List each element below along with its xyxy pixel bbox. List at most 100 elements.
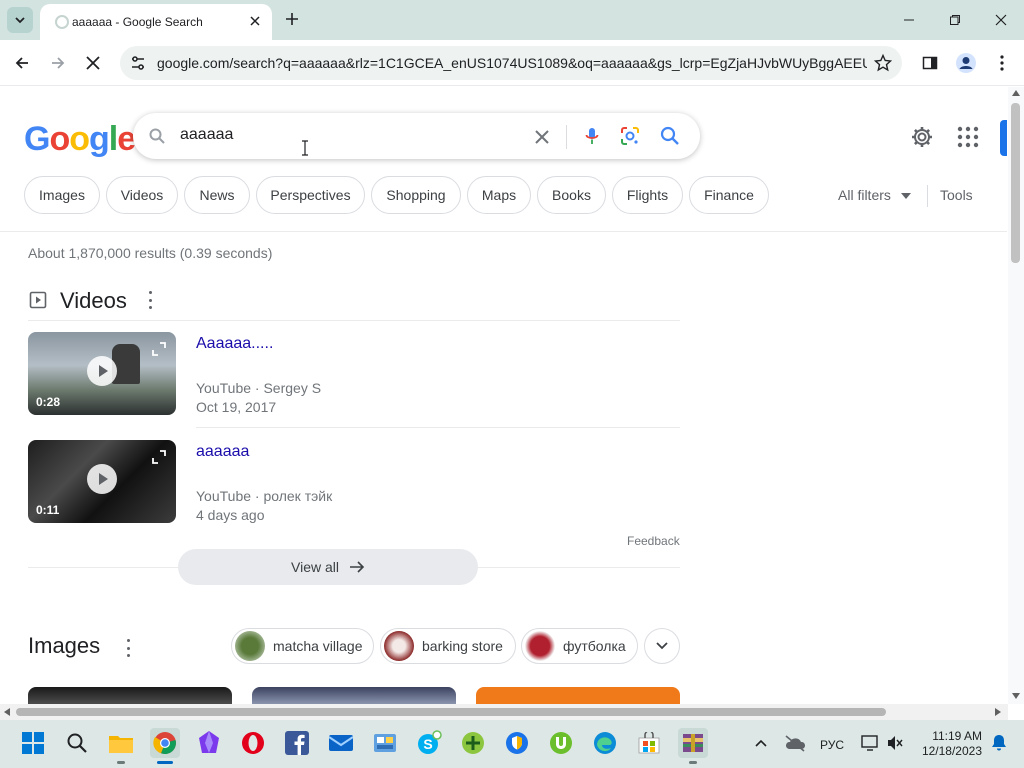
shield-app[interactable] <box>502 728 532 758</box>
opera-app[interactable] <box>238 728 268 758</box>
chip-images[interactable]: Images <box>24 176 100 214</box>
chip-label: футболка <box>563 638 626 654</box>
minimize-button[interactable] <box>896 8 922 32</box>
chrome-menu-button[interactable] <box>989 50 1015 76</box>
image-result[interactable] <box>476 687 680 704</box>
active-indicator <box>157 761 173 764</box>
tools-button[interactable]: Tools <box>940 187 973 203</box>
skype-icon: S <box>418 730 442 754</box>
video-title-link[interactable]: aaaaaa <box>196 443 249 461</box>
divider <box>196 427 680 428</box>
utorrent-icon <box>550 732 572 754</box>
system-clock[interactable]: 11:19 AM 12/18/2023 <box>908 729 982 759</box>
google-lens-icon[interactable] <box>619 125 641 147</box>
tab-strip: aaaaaa - Google Search <box>0 0 1024 40</box>
show-hidden-icons-button[interactable] <box>746 728 776 758</box>
expand-icon <box>152 450 166 464</box>
chip-books[interactable]: Books <box>537 176 606 214</box>
image-suggestion-chip[interactable]: футболка <box>521 628 638 664</box>
back-button[interactable] <box>9 50 35 76</box>
clear-search-button[interactable] <box>531 126 553 148</box>
obsidian-app[interactable] <box>194 728 224 758</box>
close-icon <box>535 130 549 144</box>
video-thumbnail[interactable]: 0:11 <box>28 440 176 523</box>
google-logo[interactable]: Google <box>24 120 136 159</box>
all-filters-button[interactable]: All filters <box>838 187 911 203</box>
star-icon[interactable] <box>874 54 892 72</box>
side-panel-button[interactable] <box>917 50 943 76</box>
volume-button[interactable] <box>880 728 910 758</box>
account-button[interactable] <box>1000 120 1007 156</box>
videos-more-options-button[interactable] <box>147 291 153 309</box>
utorrent-app[interactable] <box>546 728 576 758</box>
scroll-right-icon[interactable] <box>995 708 1001 716</box>
plus-circle-icon <box>462 732 484 754</box>
onedrive-button[interactable] <box>780 728 810 758</box>
tab-close-button[interactable] <box>246 12 264 30</box>
video-thumbnail[interactable]: 0:28 <box>28 332 176 415</box>
close-window-button[interactable] <box>988 8 1014 32</box>
taskbar-search-button[interactable] <box>62 728 92 758</box>
chip-label: barking store <box>422 638 503 654</box>
mail-app[interactable] <box>326 728 356 758</box>
microphone-icon[interactable] <box>581 125 603 147</box>
forward-button[interactable] <box>45 50 71 76</box>
add-app-button[interactable] <box>458 728 488 758</box>
restore-button[interactable] <box>942 8 968 32</box>
more-image-chips-button[interactable] <box>644 628 680 664</box>
vertical-scrollbar[interactable] <box>1008 87 1024 704</box>
chevron-down-icon <box>15 17 25 24</box>
new-tab-button[interactable] <box>281 8 303 30</box>
image-suggestion-chip[interactable]: barking store <box>380 628 516 664</box>
chip-maps[interactable]: Maps <box>467 176 531 214</box>
chip-videos[interactable]: Videos <box>106 176 178 214</box>
url-text[interactable]: google.com/search?q=aaaaaa&rlz=1C1GCEA_e… <box>157 55 867 71</box>
browser-tab[interactable]: aaaaaa - Google Search <box>40 4 272 40</box>
feedback-link[interactable]: Feedback <box>627 534 680 548</box>
site-info-icon[interactable] <box>130 55 146 71</box>
stop-loading-button[interactable] <box>80 50 106 76</box>
avatar-icon <box>956 53 976 73</box>
scroll-down-icon[interactable] <box>1012 693 1020 699</box>
view-all-videos-button[interactable]: View all <box>178 549 478 585</box>
chrome-icon <box>153 732 176 755</box>
image-result[interactable] <box>252 687 456 704</box>
input-language-indicator[interactable]: РУС <box>820 738 844 752</box>
chip-finance[interactable]: Finance <box>689 176 769 214</box>
windows-logo-icon <box>22 732 44 754</box>
control-panel-app[interactable] <box>370 728 400 758</box>
edge-app[interactable] <box>590 728 620 758</box>
images-more-options-button[interactable] <box>125 639 131 657</box>
video-title-link[interactable]: Aaaaaa..... <box>196 335 273 353</box>
start-button[interactable] <box>18 728 48 758</box>
chip-shopping[interactable]: Shopping <box>371 176 461 214</box>
image-suggestion-chip[interactable]: matcha village <box>231 628 374 664</box>
google-apps-icon[interactable] <box>957 126 979 148</box>
notifications-button[interactable] <box>984 728 1014 758</box>
horizontal-scrollbar[interactable] <box>0 704 1008 720</box>
scroll-up-icon[interactable] <box>1012 90 1020 96</box>
image-result[interactable] <box>28 687 232 704</box>
skype-app[interactable]: S <box>414 728 444 758</box>
scrollbar-thumb[interactable] <box>1011 103 1020 263</box>
scrollbar-thumb[interactable] <box>16 708 886 716</box>
close-icon <box>86 56 100 70</box>
divider <box>927 185 928 207</box>
chip-news[interactable]: News <box>184 176 250 214</box>
settings-gear-icon[interactable] <box>910 125 934 149</box>
search-submit-icon[interactable] <box>659 125 681 147</box>
chevron-down-icon <box>656 642 668 650</box>
search-input[interactable] <box>180 126 520 144</box>
scroll-left-icon[interactable] <box>4 708 10 716</box>
address-bar[interactable]: google.com/search?q=aaaaaa&rlz=1C1GCEA_e… <box>120 46 902 80</box>
profile-button[interactable] <box>953 50 979 76</box>
chip-perspectives[interactable]: Perspectives <box>256 176 365 214</box>
result-stats: About 1,870,000 results (0.39 seconds) <box>28 245 273 261</box>
file-explorer-app[interactable] <box>106 728 136 764</box>
tab-search-button[interactable] <box>7 7 33 33</box>
chip-flights[interactable]: Flights <box>612 176 683 214</box>
facebook-app[interactable] <box>282 728 312 758</box>
microsoft-store-app[interactable] <box>634 728 664 758</box>
chrome-app[interactable] <box>150 728 180 764</box>
winrar-app[interactable] <box>678 728 708 764</box>
